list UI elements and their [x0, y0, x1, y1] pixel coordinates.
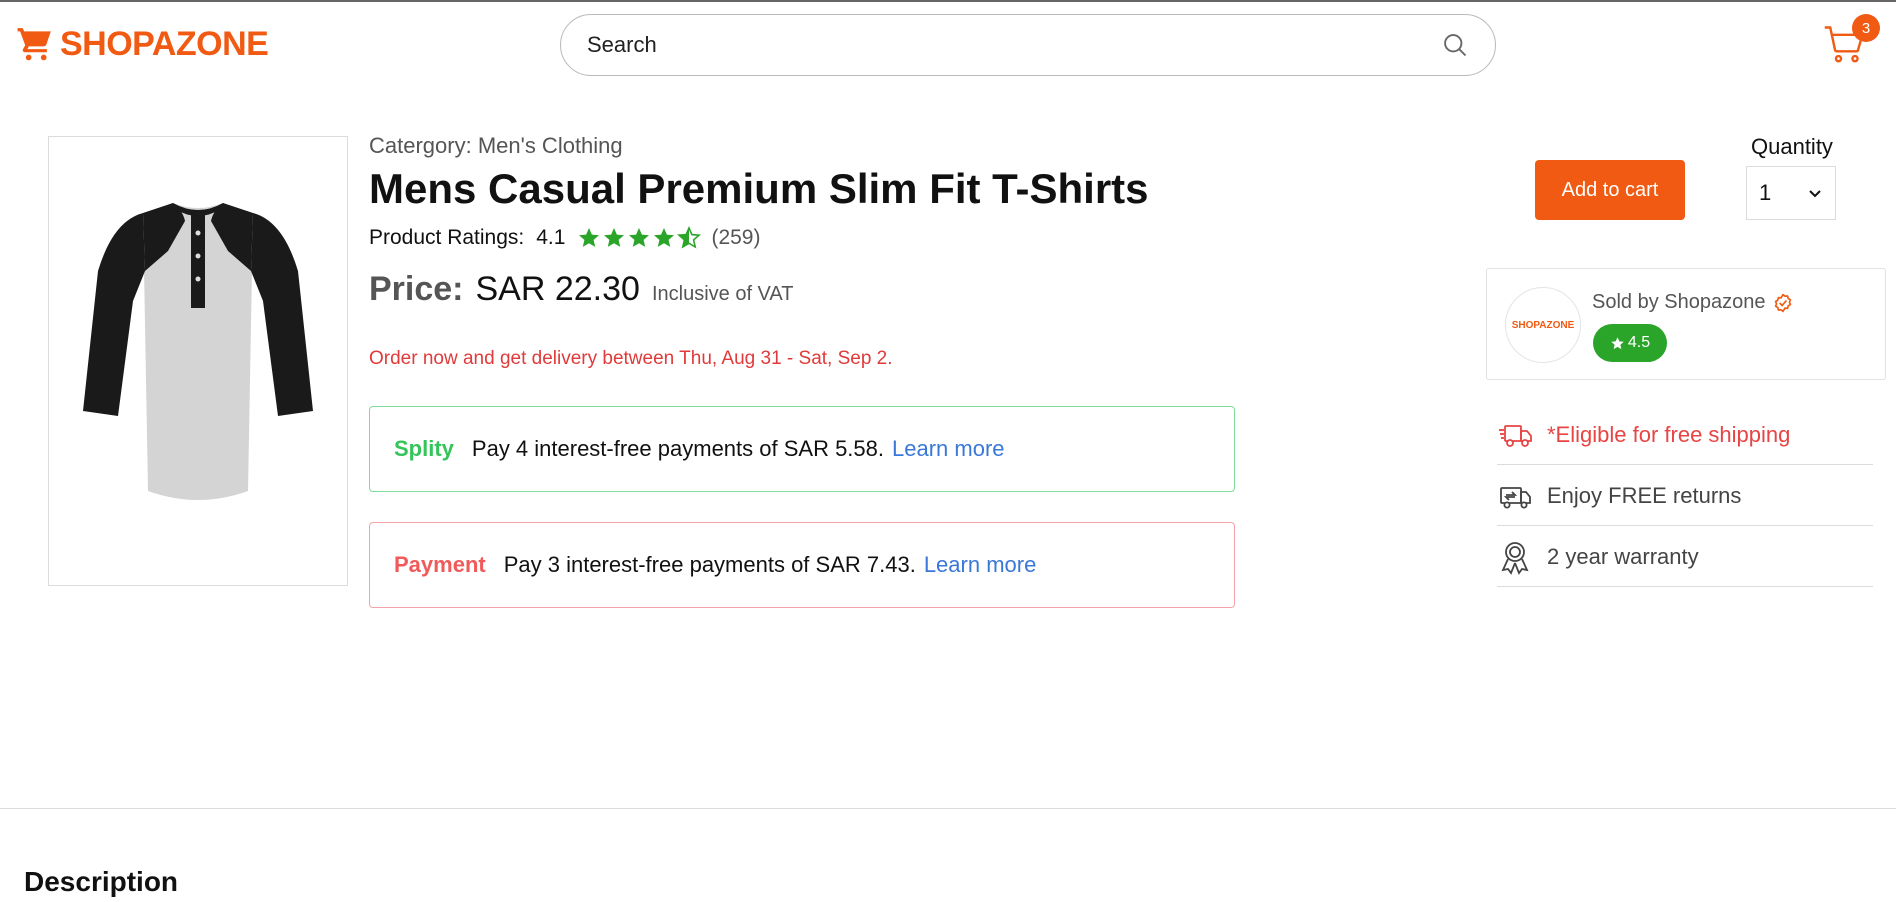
ratings-label: Product Ratings: — [369, 226, 525, 249]
price-label: Price: — [369, 270, 464, 308]
verified-badge-icon — [1775, 292, 1792, 313]
splity-brand: Splity — [394, 436, 454, 461]
price-value: SAR 22.30 — [475, 270, 640, 308]
payment-brand: Payment — [394, 552, 486, 577]
search-bar[interactable]: Search — [560, 14, 1496, 76]
star-full-icon — [604, 228, 625, 247]
seller-rating-value: 4.5 — [1627, 334, 1651, 351]
quantity-label: Quantity — [1751, 134, 1833, 159]
product-ratings: Product Ratings: 4.1 (259) — [369, 224, 760, 252]
feature-free-returns: Enjoy FREE returns — [1497, 466, 1873, 526]
product-category: Catergory: Men's Clothing — [369, 133, 623, 158]
splity-learn-more-link[interactable]: Learn more — [892, 436, 1005, 462]
splity-plan-text: Pay 4 interest-free payments of SAR 5.58… — [471, 436, 884, 461]
seller-name: Sold by Shopazone — [1592, 291, 1766, 313]
logo-text: SHOPAZONE — [60, 24, 269, 63]
seller-rating-badge: 4.5 — [1593, 324, 1667, 362]
splity-plan-box: Splity Pay 4 interest-free payments of S… — [369, 406, 1235, 492]
feature-free-shipping: *Eligible for free shipping — [1497, 405, 1873, 465]
truck-icon — [1499, 424, 1532, 447]
chevron-down-icon — [1809, 190, 1821, 198]
feature-warranty: 2 year warranty — [1497, 527, 1873, 587]
section-divider — [0, 808, 1896, 809]
price-vat-note: Inclusive of VAT — [651, 283, 794, 305]
payment-plan-text: Pay 3 interest-free payments of SAR 7.43… — [503, 552, 916, 577]
warranty-ribbon-icon — [1501, 541, 1529, 575]
star-full-icon — [629, 228, 650, 247]
payment-plan-box: Payment Pay 3 interest-free payments of … — [369, 522, 1235, 608]
tshirt-image — [83, 203, 313, 500]
description-heading: Description — [24, 866, 179, 897]
top-border — [0, 0, 1896, 2]
quantity-value: 1 — [1759, 180, 1772, 205]
star-half-icon — [677, 226, 702, 249]
add-to-cart-button[interactable]: Add to cart — [1535, 160, 1685, 220]
search-input[interactable]: Search — [587, 32, 1441, 58]
rating-count[interactable]: (259) — [711, 226, 760, 250]
star-full-icon — [654, 228, 675, 247]
feature-warranty-text: 2 year warranty — [1547, 543, 1699, 569]
shop-logo[interactable]: SHOPAZONE — [16, 22, 269, 66]
seller-name-row[interactable]: Sold by Shopazone — [1592, 291, 1793, 314]
payment-learn-more-link[interactable]: Learn more — [924, 552, 1037, 578]
price-row: Price: SAR 22.30 Inclusive of VAT — [369, 270, 794, 309]
star-full-icon — [579, 228, 600, 247]
returns-icon — [1500, 486, 1531, 508]
quantity-select[interactable]: 1 — [1746, 166, 1836, 220]
cart-logo-icon — [17, 28, 51, 61]
product-title: Mens Casual Premium Slim Fit T-Shirts — [369, 165, 1149, 212]
seller-card: SHOPAZONE Sold by Shopazone 4.5 — [1486, 268, 1886, 380]
rating-stars — [577, 226, 702, 250]
rating-value: 4.1 — [536, 226, 566, 249]
cart-count-badge: 3 — [1852, 14, 1880, 42]
product-image[interactable] — [48, 136, 348, 586]
feature-free-shipping-text: *Eligible for free shipping — [1547, 421, 1791, 447]
feature-free-returns-text: Enjoy FREE returns — [1547, 482, 1742, 508]
seller-logo-text: SHOPAZONE — [1511, 319, 1575, 331]
seller-logo[interactable]: SHOPAZONE — [1505, 287, 1581, 363]
star-icon — [1611, 336, 1624, 349]
delivery-estimate: Order now and get delivery between Thu, … — [369, 348, 893, 369]
search-icon[interactable] — [1441, 31, 1469, 59]
